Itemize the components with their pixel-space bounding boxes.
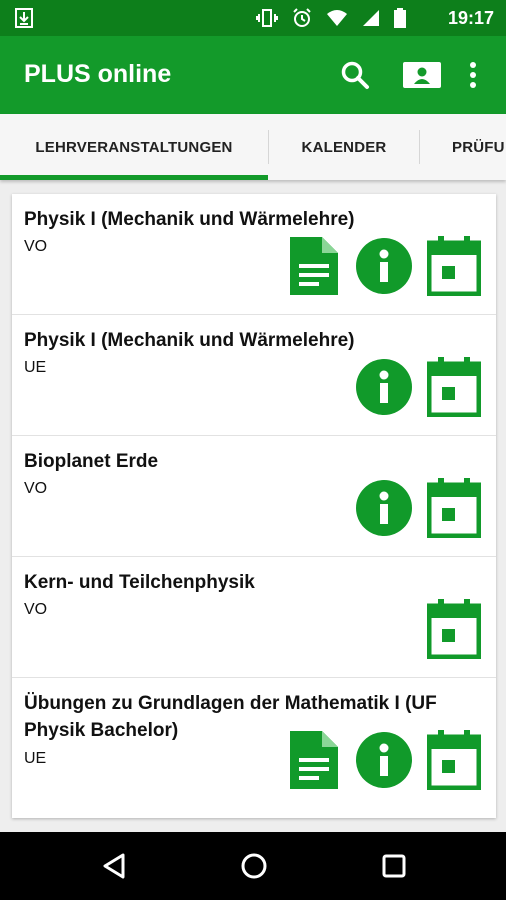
app-bar: PLUS online xyxy=(0,36,506,114)
recents-button[interactable] xyxy=(376,848,412,884)
course-actions xyxy=(286,235,482,301)
status-bar: 19:17 xyxy=(0,0,506,36)
signal-icon xyxy=(363,10,379,26)
battery-icon xyxy=(394,8,406,28)
course-list-item[interactable]: Kern- und Teilchenphysik VO xyxy=(12,557,496,678)
system-nav-bar xyxy=(0,832,506,900)
course-list-item[interactable]: Physik I (Mechanik und Wärmelehre) VO xyxy=(12,194,496,315)
search-button[interactable] xyxy=(338,58,372,92)
calendar-icon xyxy=(426,477,482,543)
course-actions xyxy=(355,356,482,422)
calendar-icon xyxy=(426,235,482,301)
calendar-icon xyxy=(426,356,482,422)
document-icon xyxy=(290,730,338,794)
tab-pruefungen[interactable]: PRÜFU xyxy=(420,114,506,180)
course-type: VO xyxy=(24,601,48,618)
info-icon xyxy=(355,358,413,421)
recents-icon xyxy=(382,854,406,878)
calendar-button[interactable] xyxy=(426,356,482,422)
info-button[interactable] xyxy=(355,731,413,794)
course-actions xyxy=(426,598,482,664)
home-icon xyxy=(241,853,267,879)
vibrate-icon xyxy=(256,9,278,27)
info-icon xyxy=(355,731,413,794)
course-list-item[interactable]: Übungen zu Grundlagen der Mathematik I (… xyxy=(12,678,496,818)
calendar-button[interactable] xyxy=(426,235,482,301)
info-button[interactable] xyxy=(355,358,413,421)
course-type: VO xyxy=(24,480,48,497)
download-notification-icon xyxy=(15,8,33,28)
course-name: Physik I (Mechanik und Wärmelehre) xyxy=(24,330,355,351)
app-title: PLUS online xyxy=(24,60,172,88)
info-button[interactable] xyxy=(355,479,413,542)
home-button[interactable] xyxy=(236,848,272,884)
alarm-icon xyxy=(293,8,311,27)
calendar-button[interactable] xyxy=(426,729,482,795)
profile-card-button[interactable] xyxy=(402,58,442,92)
course-actions xyxy=(355,477,482,543)
calendar-icon xyxy=(426,729,482,795)
course-list: Physik I (Mechanik und Wärmelehre) VO Phys… xyxy=(12,194,496,818)
course-actions xyxy=(286,729,482,795)
status-icons xyxy=(256,7,406,29)
document-icon xyxy=(290,236,338,300)
calendar-icon xyxy=(426,598,482,664)
course-name: Kern- und Teilchenphysik xyxy=(24,572,255,593)
course-list-item[interactable]: Bioplanet Erde VO xyxy=(12,436,496,557)
info-icon xyxy=(355,237,413,300)
course-list-item[interactable]: Physik I (Mechanik und Wärmelehre) UE xyxy=(12,315,496,436)
course-name: Bioplanet Erde xyxy=(24,451,159,472)
contact-card-icon xyxy=(403,62,441,88)
course-name: Physik I (Mechanik und Wärmelehre) xyxy=(24,209,355,230)
course-type: UE xyxy=(24,359,47,376)
tab-lehrveranstaltungen[interactable]: LEHRVERANSTALTUNGEN xyxy=(0,114,268,180)
tab-kalender[interactable]: KALENDER xyxy=(269,114,419,180)
calendar-button[interactable] xyxy=(426,477,482,543)
more-vert-icon xyxy=(470,62,476,88)
status-time: 19:17 xyxy=(447,8,494,28)
calendar-button[interactable] xyxy=(426,598,482,664)
search-icon xyxy=(341,61,369,89)
info-button[interactable] xyxy=(355,237,413,300)
tab-bar: LEHRVERANSTALTUNGEN KALENDER PRÜFU xyxy=(0,114,506,180)
overflow-menu-button[interactable] xyxy=(464,58,482,92)
wifi-icon xyxy=(327,10,347,26)
back-button[interactable] xyxy=(96,848,132,884)
document-button[interactable] xyxy=(286,236,342,300)
course-type: UE xyxy=(24,750,47,767)
back-icon xyxy=(103,853,125,879)
course-type: VO xyxy=(24,238,48,255)
info-icon xyxy=(355,479,413,542)
document-button[interactable] xyxy=(286,730,342,794)
